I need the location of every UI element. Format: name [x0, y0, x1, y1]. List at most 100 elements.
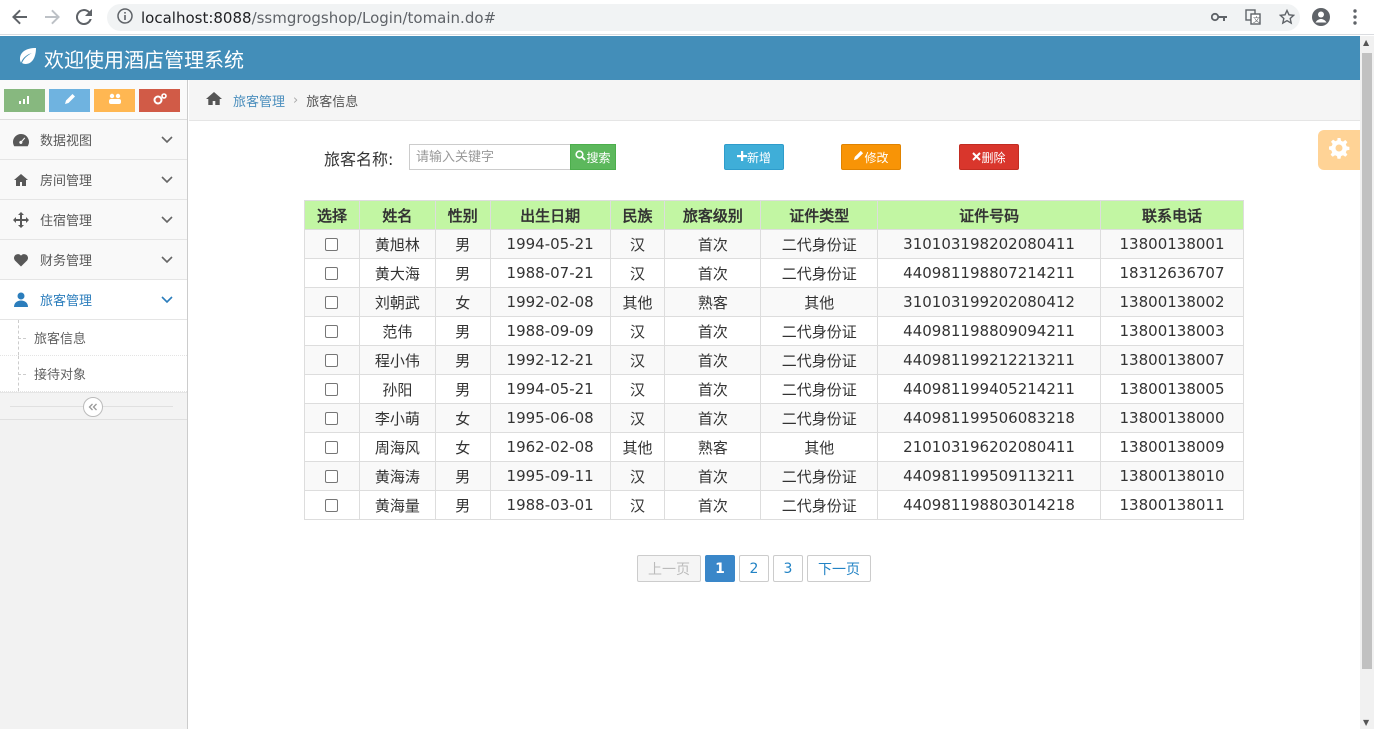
reload-icon[interactable] — [68, 1, 100, 33]
home-icon — [10, 173, 32, 187]
shortcut-users-button[interactable] — [94, 89, 135, 112]
translate-icon[interactable]: 文 — [1242, 5, 1264, 29]
table-cell: 二代身份证 — [760, 345, 879, 375]
sidebar: 数据视图 房间管理 住宿管理 财务管理 旅客管理 旅客信息 接待对象 — [0, 80, 188, 729]
row-select-cell — [304, 403, 360, 433]
table-cell: 首次 — [664, 374, 762, 404]
home-icon[interactable] — [205, 91, 223, 110]
table-row[interactable]: 黄大海男 1988-07-21 汉首次 二代身份证 440981198807214211… — [304, 258, 1244, 288]
settings-gear-button[interactable] — [1318, 130, 1360, 170]
breadcrumb-parent-link[interactable]: 旅客管理 — [233, 91, 285, 110]
table-row[interactable]: 黄海量男 1988-03-01 汉首次 二代身份证 440981198803014218… — [304, 490, 1244, 520]
shortcut-pencil-button[interactable] — [49, 89, 90, 112]
sidebar-item-label: 财务管理 — [40, 254, 93, 269]
row-select-cell — [304, 287, 360, 317]
shortcut-cogs-button[interactable] — [139, 89, 180, 112]
shortcut-signal-button[interactable] — [4, 89, 45, 112]
table-row[interactable]: 周海风女 1962-02-08 其他 熟客 其他 210103196202080411 13… — [304, 432, 1244, 462]
table-cell: 其他 — [609, 432, 666, 462]
row-checkbox[interactable] — [325, 499, 339, 512]
table-row[interactable]: 黄旭林男 1994-05-21 汉首次 二代身份证 310103198202080411… — [304, 229, 1244, 259]
app-header: 欢迎使用酒店管理系统 — [0, 36, 1360, 80]
table-cell: 李小萌 — [358, 403, 436, 433]
table-cell: 440981199212213211 — [877, 345, 1102, 375]
search-button[interactable]: 搜索 — [570, 144, 616, 170]
breadcrumb: 旅客管理 › 旅客信息 — [189, 80, 1360, 121]
row-checkbox[interactable] — [325, 296, 339, 309]
row-checkbox[interactable] — [325, 470, 339, 483]
table-cell: 二代身份证 — [760, 258, 879, 288]
row-checkbox[interactable] — [325, 412, 339, 425]
row-checkbox[interactable] — [325, 383, 339, 396]
table-row[interactable]: 孙阳男 1994-05-21 汉首次 二代身份证 440981199405214211 1… — [304, 374, 1244, 404]
users-icon — [108, 93, 122, 109]
table-cell: 黄海涛 — [358, 461, 436, 491]
address-bar[interactable]: localhost:8088/ssmgrogshop/Login/tomain.… — [107, 4, 1300, 31]
edit-button[interactable]: 修改 — [841, 144, 901, 170]
table-cell: 210103196202080411 — [877, 432, 1102, 462]
guest-table: 选择 姓名 性别 出生日期 民族 旅客级别 证件类型 证件号码 联系电话 黄旭林… — [304, 200, 1244, 520]
add-button-label: 新增 — [746, 150, 771, 165]
forward-icon[interactable] — [36, 1, 68, 33]
sidebar-item-label: 房间管理 — [40, 174, 93, 189]
double-chevron-left-icon — [88, 400, 98, 414]
scroll-up-icon[interactable]: ▲ — [1363, 38, 1369, 47]
submenu-item-guest-info[interactable]: 旅客信息 — [0, 320, 187, 356]
page-1-button[interactable]: 1 — [705, 555, 735, 582]
pencil-icon — [853, 150, 864, 164]
row-checkbox[interactable] — [325, 325, 339, 338]
collapse-sidebar-button[interactable] — [83, 397, 103, 417]
table-cell: 熟客 — [664, 432, 762, 462]
table-cell: 首次 — [664, 258, 762, 288]
bookmark-star-icon[interactable] — [1276, 5, 1298, 29]
chevron-down-icon — [161, 293, 173, 308]
sidebar-item-lodging-management[interactable]: 住宿管理 — [0, 200, 187, 240]
table-row[interactable]: 程小伟男 1992-12-21 汉首次 二代身份证 440981199212213211… — [304, 345, 1244, 375]
dashboard-icon — [10, 133, 32, 147]
page-3-button[interactable]: 3 — [773, 555, 803, 582]
key-icon[interactable] — [1208, 5, 1230, 29]
table-row[interactable]: 范伟男 1988-09-09 汉首次 二代身份证 440981198809094211 1… — [304, 316, 1244, 346]
table-row[interactable]: 李小萌女 1995-06-08 汉首次 二代身份证 440981199506083218… — [304, 403, 1244, 433]
add-button[interactable]: 新增 — [724, 144, 784, 170]
row-checkbox[interactable] — [325, 354, 339, 367]
table-cell: 首次 — [664, 461, 762, 491]
sidebar-item-finance-management[interactable]: 财务管理 — [0, 240, 187, 280]
table-cell: 1992-12-21 — [489, 345, 611, 375]
table-cell: 310103198202080411 — [877, 229, 1102, 259]
menu-kebab-icon[interactable] — [1344, 5, 1366, 29]
sidebar-item-data-view[interactable]: 数据视图 — [0, 120, 187, 160]
search-input[interactable] — [409, 144, 571, 170]
table-cell: 汉 — [609, 258, 666, 288]
table-cell: 范伟 — [358, 316, 436, 346]
scroll-down-icon[interactable]: ▼ — [1363, 718, 1369, 727]
row-checkbox[interactable] — [325, 267, 339, 280]
sidebar-item-room-management[interactable]: 房间管理 — [0, 160, 187, 200]
back-icon[interactable] — [4, 1, 36, 33]
row-checkbox[interactable] — [325, 441, 339, 454]
next-page-button[interactable]: 下一页 — [807, 555, 871, 582]
table-row[interactable]: 黄海涛男 1995-09-11 汉首次 二代身份证 440981199509113211… — [304, 461, 1244, 491]
table-cell: 汉 — [609, 490, 666, 520]
delete-button[interactable]: 删除 — [959, 144, 1019, 170]
info-icon[interactable] — [117, 7, 133, 28]
table-cell: 首次 — [664, 345, 762, 375]
prev-page-button[interactable]: 上一页 — [637, 555, 701, 582]
sidebar-item-guest-management[interactable]: 旅客管理 — [0, 280, 187, 320]
table-row[interactable]: 刘朝武女 1992-02-08 其他 熟客 其他 310103199202080412 13… — [304, 287, 1244, 317]
table-cell: 310103199202080412 — [877, 287, 1102, 317]
page-2-button[interactable]: 2 — [739, 555, 769, 582]
table-body: 黄旭林男 1994-05-21 汉首次 二代身份证 310103198202080411… — [304, 229, 1244, 520]
breadcrumb-separator-icon: › — [293, 92, 299, 108]
page-scrollbar[interactable]: ▲ ▼ — [1360, 36, 1374, 729]
account-icon[interactable] — [1310, 5, 1332, 29]
svg-text:文: 文 — [1253, 15, 1260, 24]
table-cell: 13800138002 — [1100, 287, 1244, 317]
table-cell: 13800138003 — [1100, 316, 1244, 346]
table-cell: 首次 — [664, 316, 762, 346]
submenu-item-reception-target[interactable]: 接待对象 — [0, 356, 187, 392]
table-cell: 440981199506083218 — [877, 403, 1102, 433]
row-checkbox[interactable] — [325, 238, 339, 251]
scrollbar-thumb[interactable] — [1362, 53, 1372, 669]
table-cell: 汉 — [609, 403, 666, 433]
